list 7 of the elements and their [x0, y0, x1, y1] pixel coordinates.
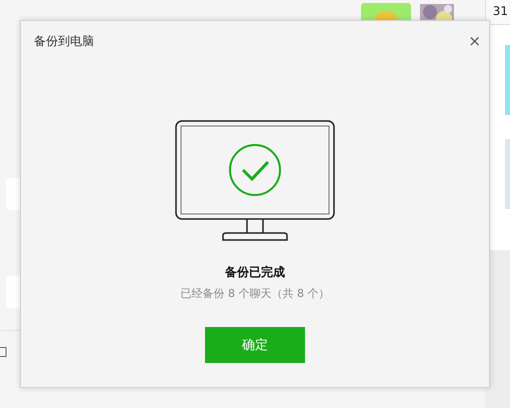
detail-text: 已经备份 8 个聊天（共 8 个）: [180, 286, 330, 301]
status-text: 备份已完成: [225, 264, 285, 281]
sidebar-tile: [505, 45, 510, 115]
dialog-title: 备份到电脑: [34, 33, 94, 50]
close-button[interactable]: ×: [468, 33, 481, 49]
sidebar-tile: [505, 139, 510, 209]
date-number: 31: [486, 0, 510, 25]
